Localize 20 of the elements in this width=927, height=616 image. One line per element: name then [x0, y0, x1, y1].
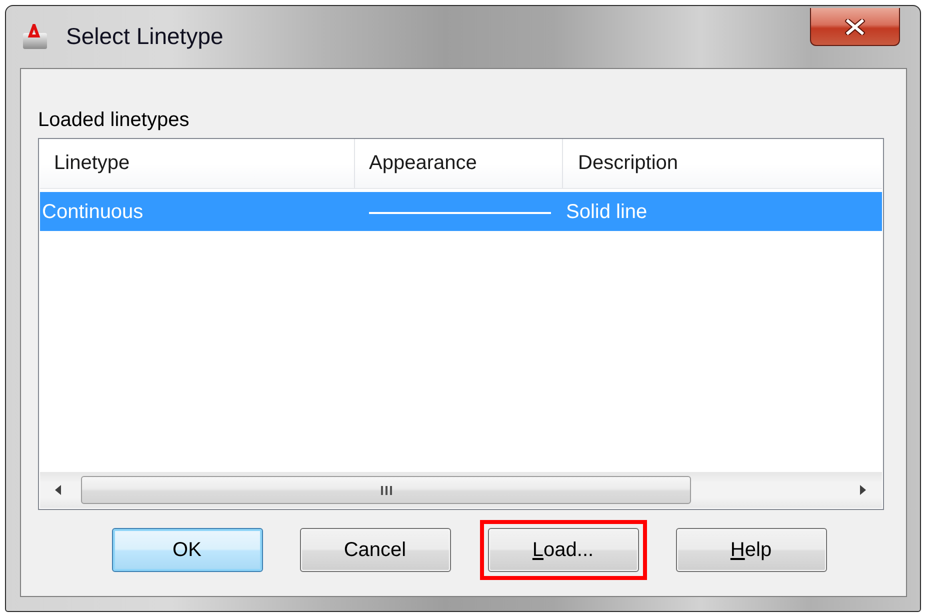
right-arrow-icon[interactable] [860, 485, 866, 495]
dialog-button[interactable]: Cancel [300, 528, 450, 572]
column-header[interactable]: Appearance [355, 139, 563, 188]
table-cell: Solid line [566, 200, 648, 222]
left-arrow-icon[interactable] [55, 485, 61, 495]
column-header[interactable]: Linetype [40, 139, 355, 188]
solid-line-icon [369, 212, 551, 214]
window-title: Select Linetype [66, 22, 224, 50]
close-icon [845, 18, 865, 34]
dialog-button[interactable]: OK [112, 528, 262, 572]
app-logo-icon [22, 24, 48, 50]
horizontal-scrollbar[interactable] [40, 472, 882, 508]
table-cell: Continuous [42, 200, 144, 222]
column-header[interactable]: Description [563, 139, 882, 188]
dialog-button[interactable]: Help [676, 528, 826, 572]
scrollbar-thumb[interactable] [81, 476, 691, 504]
close-button[interactable] [810, 8, 900, 46]
dialog-button[interactable]: Load... [488, 528, 638, 572]
list-label: Loaded linetypes [38, 108, 190, 132]
grip-icon [380, 486, 392, 494]
